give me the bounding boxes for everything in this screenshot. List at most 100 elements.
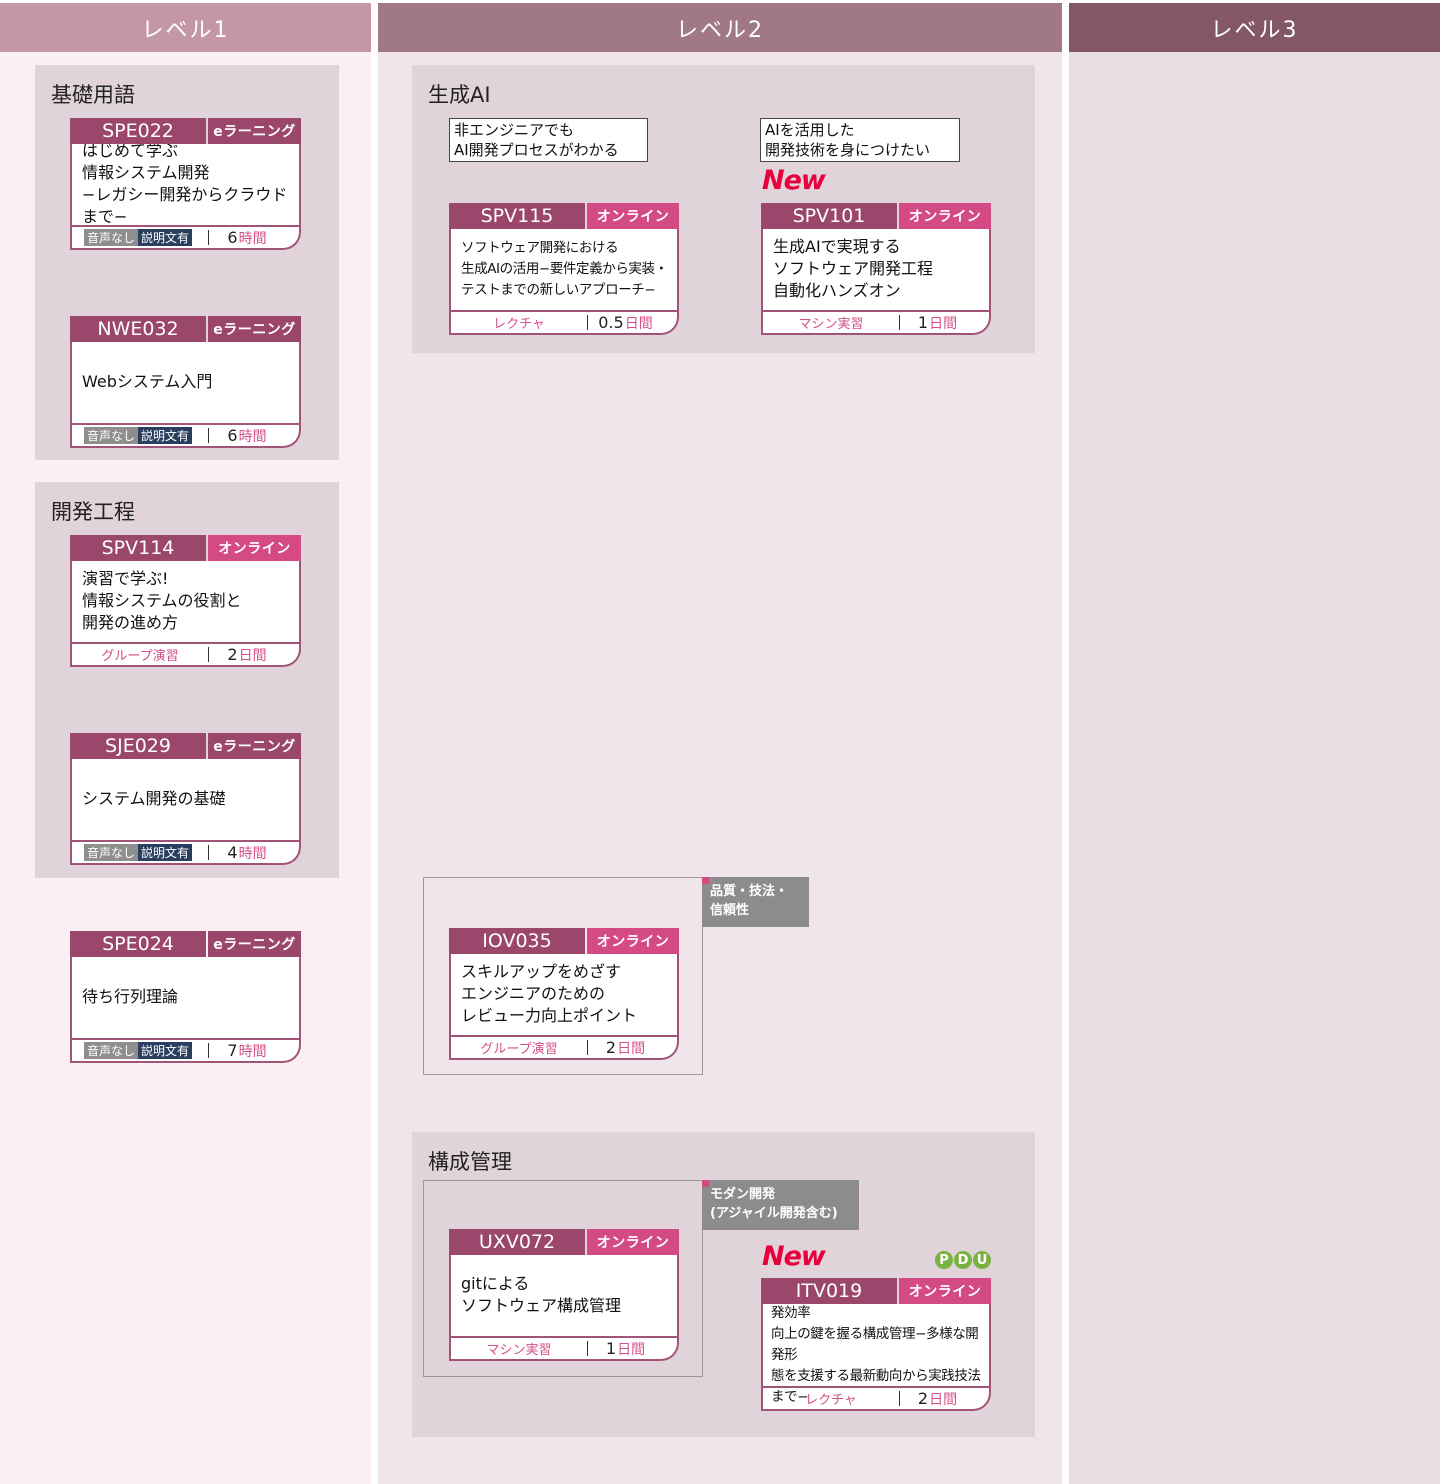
course-duration: 6 時間 (227, 426, 267, 445)
new-badge: New (762, 1241, 826, 1272)
course-card-sje029[interactable]: SJE029 eラーニング システム開発の基礎 音声なし 説明文有 4 時間 (70, 733, 301, 865)
audio-badge: 音声なし (84, 844, 139, 861)
card-header: SPE022 eラーニング (70, 118, 301, 144)
level2-column: レベル2 生成AI 非エンジニアでも AI開発プロセスがわかる AIを活用した … (378, 0, 1062, 1484)
course-title: 生成AIで実現する ソフトウェア開発工程 自動化ハンズオン (773, 237, 934, 300)
course-card-iov035[interactable]: IOV035 オンライン スキルアップをめざす エンジニアのための レビュー力向… (449, 928, 679, 1060)
description-badge: 説明文有 (138, 1042, 193, 1059)
card-header: SPV115 オンライン (449, 203, 679, 229)
course-method: マシン実習 (798, 317, 864, 332)
card-footer: 音声なし 説明文有 4 時間 (72, 840, 299, 863)
card-footer: グループ演習 2 日間 (72, 642, 299, 665)
course-card-uxv072[interactable]: UXV072 オンライン gitによる ソフトウェア構成管理 マシン実習 1 日間 (449, 1229, 679, 1361)
card-body: はじめて学ぶ 情報システム開発 −レガシー開発からクラウドまで− 音声なし 説明… (70, 144, 301, 250)
level2-body: 生成AI 非エンジニアでも AI開発プロセスがわかる AIを活用した 開発技術を… (378, 52, 1062, 1484)
delivery-type-badge: オンライン (208, 535, 301, 561)
course-code: UXV072 (449, 1229, 585, 1255)
course-code: SJE029 (70, 733, 206, 759)
group-config-management: 構成管理 モダン開発 (アジャイル開発含む) UXV072 オンライン gitに… (412, 1132, 1035, 1437)
card-body: (PDU)ソフトウェアとシステムの開発効率 向上の鍵を握る構成管理−多様な開発形… (761, 1304, 991, 1411)
card-body: 待ち行列理論 音声なし 説明文有 7 時間 (70, 957, 301, 1063)
course-title: 待ち行列理論 (82, 987, 179, 1006)
course-card-spv115[interactable]: SPV115 オンライン ソフトウェア開発における 生成AIの活用−要件定義から… (449, 203, 679, 335)
category-tag-quality: 品質・技法・ 信頼性 (702, 877, 809, 927)
delivery-type-badge: オンライン (899, 203, 991, 229)
card-header: SPV101 オンライン (761, 203, 991, 229)
delivery-type-badge: eラーニング (208, 931, 301, 957)
group-title: 開発工程 (51, 500, 135, 524)
card-footer: 音声なし 説明文有 7 時間 (72, 1038, 299, 1061)
delivery-type-badge: オンライン (587, 1229, 679, 1255)
course-card-spe022[interactable]: SPE022 eラーニング はじめて学ぶ 情報システム開発 −レガシー開発からク… (70, 118, 301, 250)
course-method: グループ演習 (480, 1042, 558, 1057)
card-footer: 音声なし 説明文有 6 時間 (72, 423, 299, 446)
course-duration: 7 時間 (227, 1041, 267, 1060)
group-title: 構成管理 (428, 1150, 512, 1174)
group-title: 基礎用語 (51, 83, 135, 107)
course-duration: 6 時間 (227, 228, 267, 247)
target-audience-label: AIを活用した 開発技術を身につけたい (760, 118, 960, 162)
level2-header: レベル2 (378, 3, 1062, 52)
audio-info: 音声なし 説明文有 (84, 1042, 193, 1059)
level3-body (1069, 52, 1440, 1484)
course-method: レクチャ (805, 1393, 857, 1408)
delivery-type-badge: オンライン (899, 1278, 991, 1304)
card-body: 演習で学ぶ! 情報システムの役割と 開発の進め方 グループ演習 2 日間 (70, 561, 301, 667)
card-header: UXV072 オンライン (449, 1229, 679, 1255)
description-badge: 説明文有 (138, 844, 193, 861)
group-title: 生成AI (428, 83, 491, 107)
card-body: 生成AIで実現する ソフトウェア開発工程 自動化ハンズオン マシン実習 1 日間 (761, 229, 991, 335)
course-card-spv114[interactable]: SPV114 オンライン 演習で学ぶ! 情報システムの役割と 開発の進め方 グル… (70, 535, 301, 667)
card-body: ソフトウェア開発における 生成AIの活用−要件定義から実装・ テストまでの新しい… (449, 229, 679, 335)
group-dev-process: 開発工程 SPV114 オンライン 演習で学ぶ! 情報システムの役割と 開発の進… (35, 482, 339, 878)
course-code: SPE022 (70, 118, 206, 144)
card-header: ITV019 オンライン (761, 1278, 991, 1304)
audio-badge: 音声なし (84, 229, 139, 246)
audio-info: 音声なし 説明文有 (84, 229, 193, 246)
card-header: SJE029 eラーニング (70, 733, 301, 759)
card-body: スキルアップをめざす エンジニアのための レビュー力向上ポイント グループ演習 … (449, 954, 679, 1060)
course-code: SPV101 (761, 203, 897, 229)
card-footer: グループ演習 2 日間 (451, 1035, 677, 1058)
course-card-itv019[interactable]: ITV019 オンライン (PDU)ソフトウェアとシステムの開発効率 向上の鍵を… (761, 1278, 991, 1411)
card-footer: マシン実習 1 日間 (763, 310, 989, 333)
card-body: Webシステム入門 音声なし 説明文有 6 時間 (70, 342, 301, 448)
delivery-type-badge: オンライン (587, 928, 679, 954)
delivery-type-badge: eラーニング (208, 316, 301, 342)
level3-column: レベル3 (1069, 0, 1440, 1484)
group-generative-ai: 生成AI 非エンジニアでも AI開発プロセスがわかる AIを活用した 開発技術を… (412, 65, 1035, 353)
delivery-type-badge: オンライン (587, 203, 679, 229)
course-card-spe024[interactable]: SPE024 eラーニング 待ち行列理論 音声なし 説明文有 7 時間 (70, 931, 301, 1063)
course-duration: 2 日間 (227, 645, 267, 664)
course-code: IOV035 (449, 928, 585, 954)
course-card-nwe032[interactable]: NWE032 eラーニング Webシステム入門 音声なし 説明文有 6 時間 (70, 316, 301, 448)
card-footer: マシン実習 1 日間 (451, 1336, 677, 1359)
audio-info: 音声なし 説明文有 (84, 427, 193, 444)
course-code: SPV115 (449, 203, 585, 229)
course-title: ソフトウェア開発における 生成AIの活用−要件定義から実装・ テストまでの新しい… (461, 239, 668, 298)
card-footer: レクチャ 2 日間 (763, 1386, 989, 1409)
course-code: ITV019 (761, 1278, 897, 1304)
pdu-letter: D (954, 1251, 972, 1269)
description-badge: 説明文有 (138, 427, 193, 444)
card-header: SPV114 オンライン (70, 535, 301, 561)
level1-column: レベル1 基礎用語 SPE022 eラーニング はじめて学ぶ 情報システム開発 … (0, 0, 371, 1484)
course-method: グループ演習 (101, 649, 179, 664)
course-method: マシン実習 (486, 1343, 552, 1358)
card-header: SPE024 eラーニング (70, 931, 301, 957)
delivery-type-badge: eラーニング (208, 733, 301, 759)
category-tag-modern-dev: モダン開発 (アジャイル開発含む) (702, 1180, 859, 1230)
course-code: SPV114 (70, 535, 206, 561)
card-body: gitによる ソフトウェア構成管理 マシン実習 1 日間 (449, 1255, 679, 1361)
course-title: スキルアップをめざす エンジニアのための レビュー力向上ポイント (461, 962, 638, 1025)
group-basic-terms: 基礎用語 SPE022 eラーニング はじめて学ぶ 情報システム開発 −レガシー… (35, 65, 339, 460)
pdu-letter: U (973, 1251, 991, 1269)
course-duration: 1 日間 (917, 313, 958, 332)
card-footer: レクチャ 0.5 日間 (451, 310, 677, 333)
course-duration: 0.5 日間 (598, 313, 653, 332)
level1-header: レベル1 (0, 3, 371, 52)
course-code: SPE024 (70, 931, 206, 957)
course-title: Webシステム入門 (82, 372, 213, 391)
course-duration: 4 時間 (227, 843, 267, 862)
course-card-spv101[interactable]: SPV101 オンライン 生成AIで実現する ソフトウェア開発工程 自動化ハンズ… (761, 203, 991, 335)
